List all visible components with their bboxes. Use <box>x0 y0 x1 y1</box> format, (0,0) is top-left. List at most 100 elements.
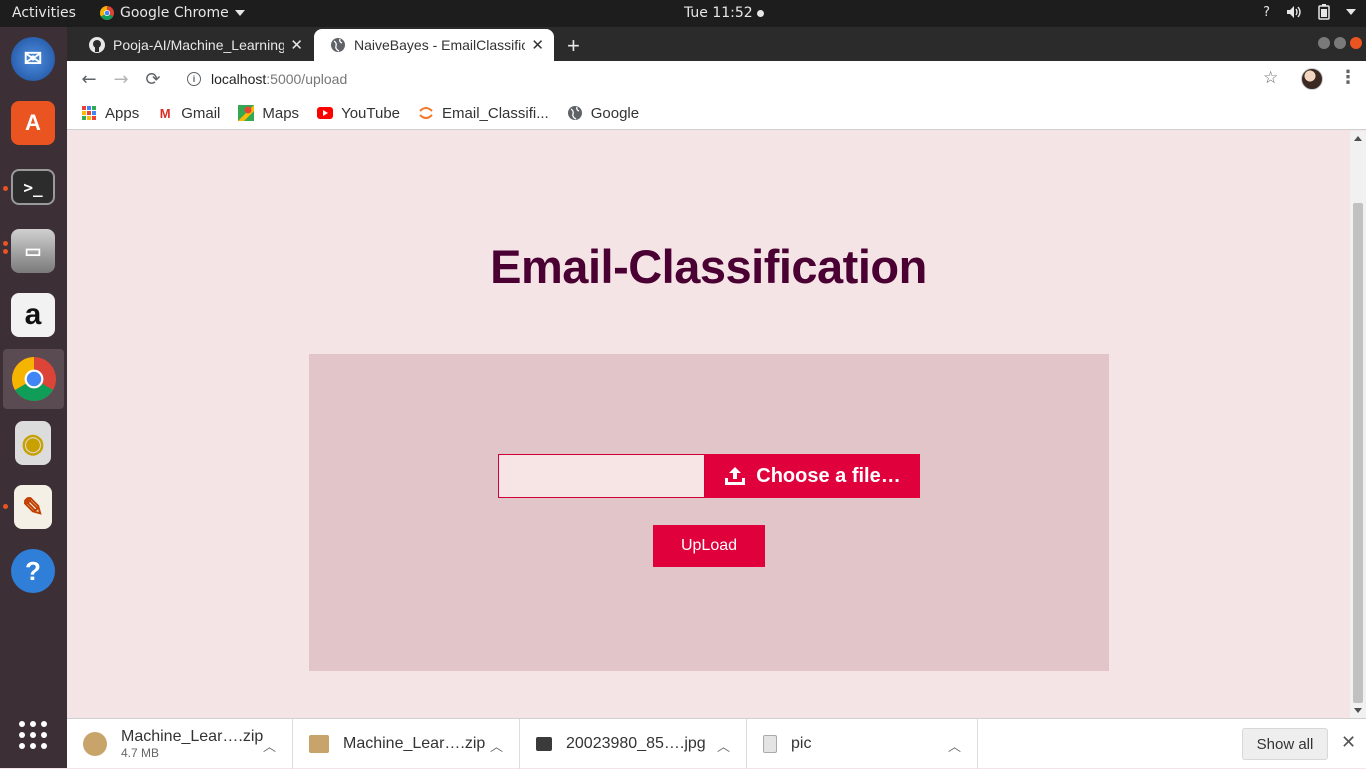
dock-item-chrome[interactable] <box>3 349 64 409</box>
maps-icon <box>238 105 255 121</box>
bookmark-star-icon[interactable]: ☆ <box>1263 68 1278 88</box>
amazon-icon: a <box>11 293 55 337</box>
bookmark-google[interactable]: Google <box>567 105 639 122</box>
bookmark-label: Maps <box>262 104 300 122</box>
chevron-up-icon[interactable]: ︿ <box>717 736 730 755</box>
bookmark-youtube[interactable]: YouTube <box>317 105 400 122</box>
tab-github[interactable]: Pooja-AI/Machine_Learning ✕ <box>73 29 313 61</box>
maximize-icon[interactable] <box>1334 37 1346 49</box>
window-controls <box>1318 37 1362 49</box>
download-name: Machine_Lear….zip <box>343 735 486 752</box>
tab-naivebayes[interactable]: NaiveBayes - EmailClassification ✕ <box>314 29 554 61</box>
help-icon: ? <box>1263 4 1270 20</box>
dock: ✉ A >_ ▭ a ◉ ✎ ? <box>0 27 67 768</box>
show-all-downloads-button[interactable]: Show all <box>1242 728 1328 760</box>
system-tray[interactable]: ? <box>1263 4 1356 20</box>
scrollbar-thumb[interactable] <box>1353 203 1363 703</box>
close-icon[interactable]: ✕ <box>1341 732 1356 753</box>
url-host: localhost <box>211 71 267 87</box>
globe-icon <box>567 106 582 120</box>
bookmark-gmail[interactable]: M Gmail <box>157 104 221 122</box>
browser-toolbar: ← → ⟳ i localhost:5000/upload ☆ ⋮ <box>67 61 1366 97</box>
file-icon <box>763 735 777 753</box>
bookmark-label: Gmail <box>181 104 221 122</box>
download-name: pic <box>791 735 812 752</box>
bookmark-label: Email_Classifi... <box>442 104 549 122</box>
download-shelf: Machine_Lear….zip 4.7 MB ︿ Machine_Lear…… <box>67 718 1366 769</box>
bookmark-label: Apps <box>105 104 140 122</box>
help-icon: ? <box>11 549 55 593</box>
page-title: Email-Classification <box>490 240 927 293</box>
scroll-down-icon[interactable] <box>1354 708 1362 713</box>
text-editor-icon: ✎ <box>14 485 52 529</box>
dock-item-rhythmbox[interactable]: ◉ <box>8 417 58 469</box>
dock-item-text-editor[interactable]: ✎ <box>8 481 58 533</box>
new-tab-button[interactable]: + <box>567 33 580 59</box>
download-item[interactable]: pic ︿ <box>747 719 978 769</box>
app-menu[interactable]: Google Chrome <box>100 5 245 21</box>
bookmark-email-classification[interactable]: Email_Classifi... <box>418 105 549 122</box>
archive-icon <box>309 735 329 753</box>
dock-item-amazon[interactable]: a <box>8 289 58 341</box>
menu-icon[interactable]: ⋮ <box>1339 67 1357 88</box>
terminal-icon: >_ <box>11 169 55 205</box>
tab-strip: Pooja-AI/Machine_Learning ✕ NaiveBayes -… <box>67 27 1366 61</box>
gmail-icon: M <box>159 105 171 121</box>
activities-button[interactable]: Activities <box>12 5 76 21</box>
apps-grid-icon <box>81 105 97 121</box>
page-content: Email-Classification Choose a file… UpLo… <box>67 131 1350 718</box>
rhythmbox-icon: ◉ <box>15 421 51 465</box>
bookmark-maps[interactable]: Maps <box>238 105 299 122</box>
chevron-up-icon[interactable]: ︿ <box>490 736 503 755</box>
avatar[interactable] <box>1301 68 1323 90</box>
app-menu-label: Google Chrome <box>120 5 229 21</box>
bookmark-label: YouTube <box>341 104 401 122</box>
file-name-field[interactable] <box>498 454 705 498</box>
clock-label: Tue 11:52 <box>684 5 753 21</box>
bookmark-label: Google <box>590 104 640 122</box>
minimize-icon[interactable] <box>1318 37 1330 49</box>
page-scrollbar[interactable] <box>1350 131 1366 718</box>
chevron-up-icon[interactable]: ︿ <box>948 736 961 755</box>
download-size: 4.7 MB <box>121 746 160 760</box>
bookmark-apps[interactable]: Apps <box>81 105 139 122</box>
chevron-down-icon <box>1346 9 1356 15</box>
upload-form: Choose a file… UpLoad <box>309 354 1109 671</box>
show-applications-button[interactable] <box>8 709 58 761</box>
clock[interactable]: Tue 11:52 <box>684 5 764 21</box>
tab-title: NaiveBayes - EmailClassification <box>354 37 526 53</box>
close-tab-icon[interactable]: ✕ <box>290 36 303 54</box>
scroll-up-icon[interactable] <box>1354 136 1362 141</box>
address-bar[interactable]: i localhost:5000/upload <box>173 65 1253 93</box>
chevron-down-icon <box>234 10 245 16</box>
download-item[interactable]: Machine_Lear….zip 4.7 MB ︿ <box>67 719 293 769</box>
upload-icon <box>725 467 746 485</box>
close-window-icon[interactable] <box>1350 37 1362 49</box>
reload-button[interactable]: ⟳ <box>141 67 165 91</box>
forward-button[interactable]: → <box>109 67 133 91</box>
choose-file-label: Choose a file… <box>756 464 901 487</box>
info-icon[interactable]: i <box>187 72 201 86</box>
download-item[interactable]: Machine_Lear….zip ︿ <box>293 719 520 769</box>
dock-item-software[interactable]: A <box>8 97 58 149</box>
url-path: :5000/upload <box>266 71 348 87</box>
dock-item-terminal[interactable]: >_ <box>8 161 58 213</box>
dock-item-help[interactable]: ? <box>8 545 58 597</box>
chevron-up-icon[interactable]: ︿ <box>263 736 276 755</box>
choose-file-button[interactable]: Choose a file… <box>705 454 920 498</box>
download-item[interactable]: 20023980_85….jpg ︿ <box>520 719 747 769</box>
bookmarks-bar: Apps M Gmail Maps YouTube Email_Classifi… <box>67 97 1366 130</box>
dock-item-thunderbird[interactable]: ✉ <box>8 33 58 85</box>
files-icon: ▭ <box>11 229 55 273</box>
tab-title: Pooja-AI/Machine_Learning <box>113 37 285 53</box>
archive-icon <box>83 732 107 756</box>
close-tab-icon[interactable]: ✕ <box>531 36 544 54</box>
upload-button[interactable]: UpLoad <box>653 525 765 567</box>
github-icon <box>89 37 105 53</box>
back-button[interactable]: ← <box>77 67 101 91</box>
chrome-icon <box>100 6 114 20</box>
download-name: 20023980_85….jpg <box>566 735 706 752</box>
dock-item-files[interactable]: ▭ <box>8 225 58 277</box>
software-center-icon: A <box>11 101 55 145</box>
show-apps-icon <box>19 721 47 749</box>
